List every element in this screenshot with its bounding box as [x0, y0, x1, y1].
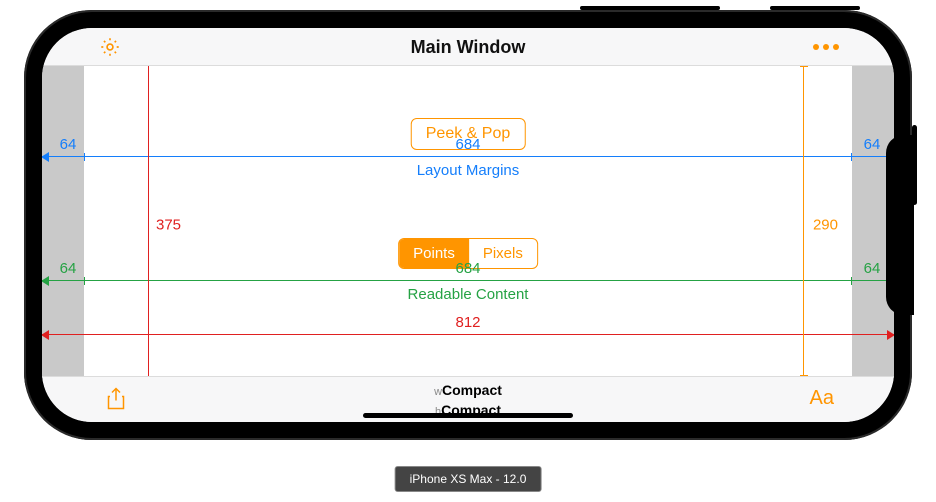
toolbar: wCompact hCompact Aa	[42, 376, 894, 422]
safe-area-vertical-guide	[803, 28, 804, 422]
readable-content-guide	[42, 280, 894, 281]
text-style-icon[interactable]: Aa	[810, 387, 834, 410]
navigation-bar: Main Window	[42, 28, 894, 66]
device-screen: Main Window wCompact hCompact Aa	[42, 28, 894, 422]
readable-right: 64	[864, 260, 881, 277]
layout-margins-guide	[42, 156, 894, 157]
layout-margins-width: 684	[455, 136, 480, 153]
device-notch	[886, 135, 914, 315]
readable-width: 684	[455, 260, 480, 277]
screen-height-guide	[148, 28, 149, 422]
layout-margins-left: 64	[60, 136, 77, 153]
device-frame: Main Window wCompact hCompact Aa	[24, 10, 912, 440]
device-label: iPhone XS Max - 12.0	[395, 466, 542, 492]
screen-width-guide	[42, 334, 894, 335]
layout-margins-right: 64	[864, 136, 881, 153]
page-title: Main Window	[42, 28, 894, 66]
safe-content-label: 290	[813, 217, 838, 234]
more-icon[interactable]	[814, 35, 838, 59]
screen-width-label: 812	[455, 314, 480, 331]
readable-caption: Readable Content	[408, 286, 529, 303]
gear-icon[interactable]	[98, 35, 122, 59]
home-indicator[interactable]	[363, 413, 573, 418]
screen-height-label: 375	[156, 217, 181, 234]
readable-left: 64	[60, 260, 77, 277]
layout-margins-caption: Layout Margins	[417, 162, 520, 179]
